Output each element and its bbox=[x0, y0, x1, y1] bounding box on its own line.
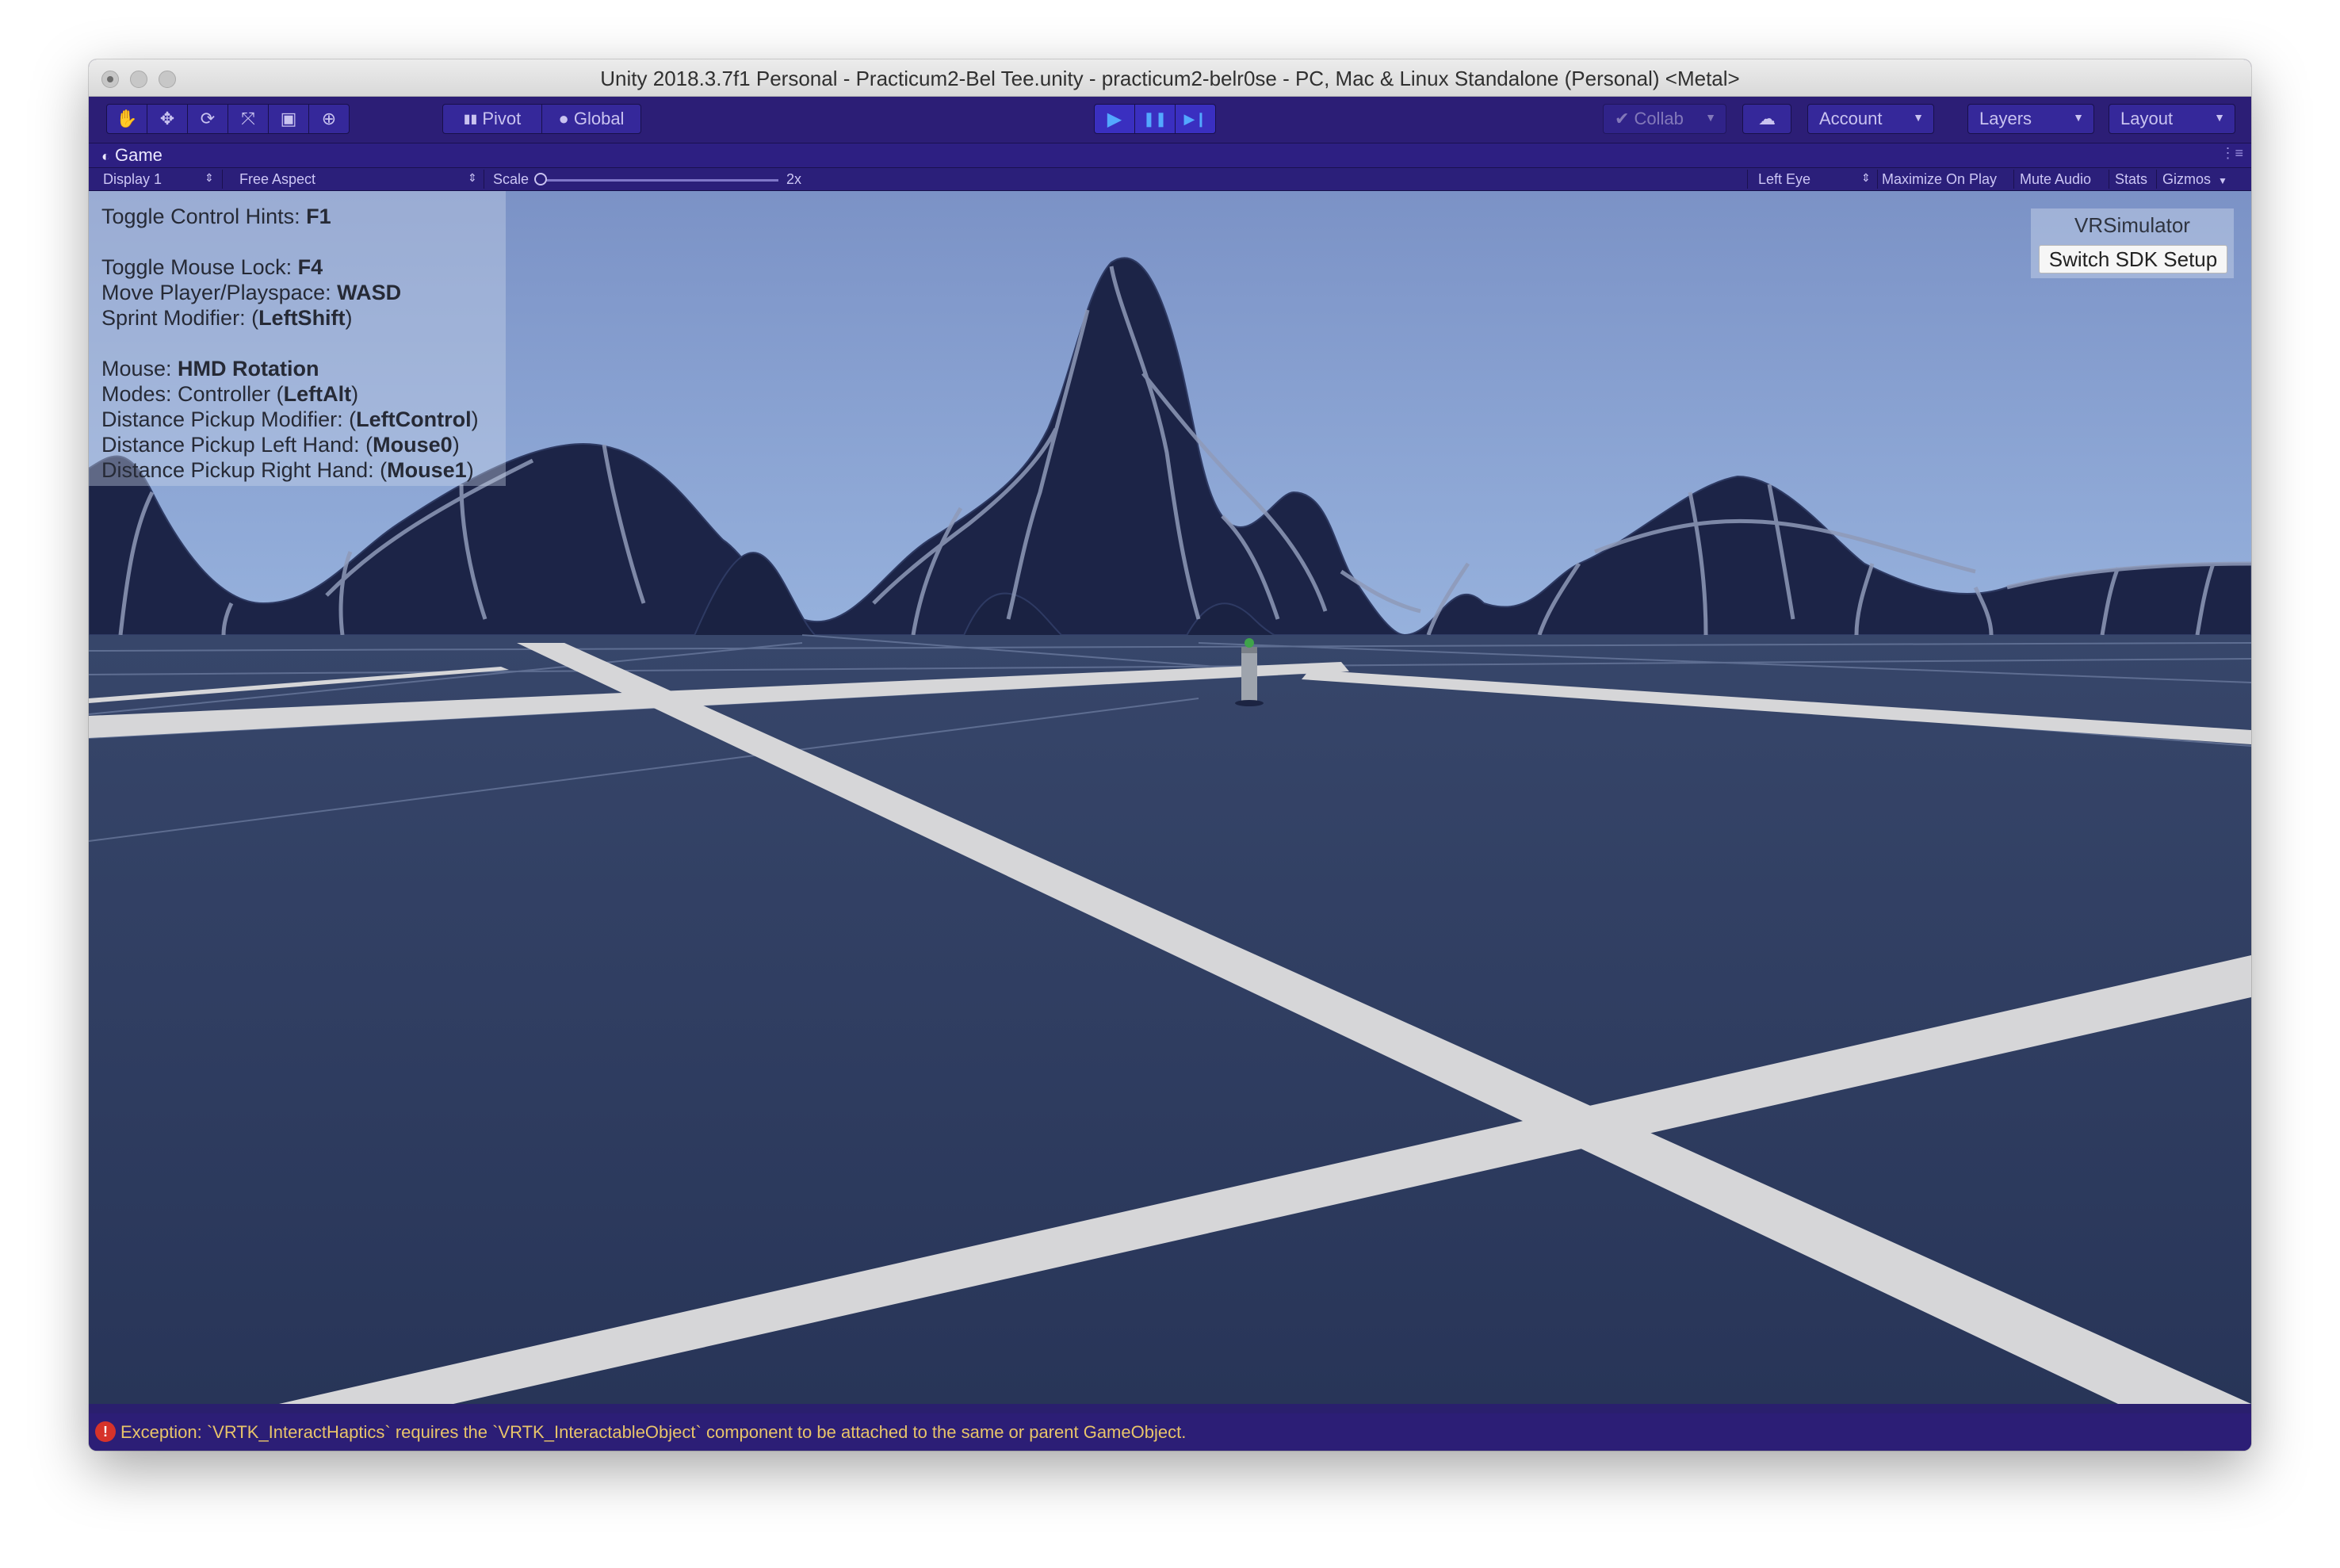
play-button[interactable]: ▶ bbox=[1094, 104, 1135, 134]
collab-label: Collab bbox=[1634, 109, 1684, 128]
pause-button[interactable]: ❚❚ bbox=[1134, 104, 1176, 134]
maximize-on-play-label: Maximize On Play bbox=[1882, 171, 1998, 187]
collab-dropdown[interactable]: ✔ Collab ▼ bbox=[1603, 104, 1726, 134]
step-button[interactable]: ▶❙ bbox=[1175, 104, 1216, 134]
aspect-label: Free Aspect bbox=[239, 171, 316, 187]
transform-tool-button[interactable]: ⊕ bbox=[308, 104, 350, 134]
vr-simulator-label: VRSimulator bbox=[2074, 213, 2190, 237]
display-label: Display 1 bbox=[103, 171, 162, 187]
hand-icon: ✋ bbox=[116, 109, 138, 128]
stats-toggle[interactable]: Stats bbox=[2115, 171, 2147, 188]
console-status-bar[interactable]: ! Exception: `VRTK_InteractHaptics` requ… bbox=[89, 1413, 2251, 1451]
tab-menu-icon[interactable]: ⋮≡ bbox=[2220, 145, 2243, 162]
rect-icon: ▣ bbox=[280, 109, 297, 128]
global-label: Global bbox=[573, 109, 625, 128]
unity-editor-window: Unity 2018.3.7f1 Personal - Practicum2-B… bbox=[89, 59, 2251, 1451]
play-icon: ▶ bbox=[1107, 108, 1122, 130]
hint-row: Mouse: HMD Rotation bbox=[101, 357, 319, 381]
cloud-button[interactable]: ☁ bbox=[1742, 104, 1791, 134]
scale-icon: ⤧ bbox=[241, 109, 255, 128]
rotate-tool-button[interactable]: ⟳ bbox=[187, 104, 228, 134]
eye-dropdown[interactable]: Left Eye bbox=[1758, 171, 1810, 188]
chevron-down-icon: ▼ bbox=[2218, 175, 2227, 186]
game-view-options: Display 1 ⇕ Free Aspect ⇕ Scale 2x Left … bbox=[89, 168, 2251, 191]
hand-tool-button[interactable]: ✋ bbox=[106, 104, 147, 134]
chevron-down-icon: ▼ bbox=[1705, 111, 1716, 124]
game-tab-icon: ◐ bbox=[101, 148, 110, 164]
cloud-icon: ☁ bbox=[1758, 109, 1776, 128]
hint-row: Move Player/Playspace: WASD bbox=[101, 281, 402, 304]
aspect-dropdown[interactable]: Free Aspect bbox=[239, 171, 315, 188]
updown-icon: ⇕ bbox=[205, 171, 214, 184]
account-dropdown[interactable]: Account ▼ bbox=[1807, 104, 1934, 134]
hint-row: Toggle Mouse Lock: F4 bbox=[101, 255, 323, 279]
control-hints-panel: Toggle Control Hints: F1 Toggle Mouse Lo… bbox=[89, 191, 506, 486]
layout-label: Layout bbox=[2120, 109, 2174, 128]
tab-game[interactable]: ◐ Game bbox=[101, 145, 162, 166]
globe-icon: ● bbox=[558, 109, 569, 128]
game-tab-bar: ◐ Game ⋮≡ bbox=[89, 143, 2251, 168]
rotate-icon: ⟳ bbox=[200, 109, 216, 128]
scale-value: 2x bbox=[786, 171, 802, 187]
mute-audio-label: Mute Audio bbox=[2020, 171, 2092, 187]
step-icon: ▶❙ bbox=[1183, 110, 1207, 127]
hint-row: Toggle Control Hints: F1 bbox=[101, 205, 331, 228]
scale-tool-button[interactable]: ⤧ bbox=[228, 104, 269, 134]
layout-dropdown[interactable]: Layout ▼ bbox=[2109, 104, 2235, 134]
layers-dropdown[interactable]: Layers ▼ bbox=[1967, 104, 2094, 134]
chevron-down-icon: ▼ bbox=[1913, 111, 1924, 124]
hint-row: Modes: Controller (LeftAlt) bbox=[101, 382, 359, 406]
console-message: Exception: `VRTK_InteractHaptics` requir… bbox=[120, 1422, 1187, 1442]
main-toolbar: ✋ ✥ ⟳ ⤧ ▣ ⊕ ▮▮ Pivot ● Global ▶ ❚❚ ▶❙ ✔ … bbox=[89, 97, 2251, 143]
pivot-toggle[interactable]: ▮▮ Pivot bbox=[442, 104, 542, 134]
game-tab-label: Game bbox=[115, 145, 162, 165]
mute-audio-toggle[interactable]: Mute Audio bbox=[2020, 171, 2091, 188]
chevron-down-icon: ▼ bbox=[2214, 111, 2225, 124]
updown-icon: ⇕ bbox=[1861, 171, 1871, 184]
global-toggle[interactable]: ● Global bbox=[541, 104, 641, 134]
maximize-on-play-toggle[interactable]: Maximize On Play bbox=[1882, 171, 1997, 188]
pivot-icon: ▮▮ bbox=[463, 113, 478, 126]
window-title: Unity 2018.3.7f1 Personal - Practicum2-B… bbox=[600, 67, 1740, 90]
move-tool-button[interactable]: ✥ bbox=[147, 104, 188, 134]
layers-label: Layers bbox=[1979, 109, 2032, 128]
title-bar: Unity 2018.3.7f1 Personal - Practicum2-B… bbox=[89, 59, 2251, 97]
transform-icon: ⊕ bbox=[321, 109, 337, 128]
scale-label: Scale bbox=[493, 171, 530, 187]
hint-row: Distance Pickup Right Hand: (Mouse1) bbox=[101, 458, 474, 482]
chevron-down-icon: ▼ bbox=[2073, 111, 2084, 124]
game-view[interactable]: Toggle Control Hints: F1 Toggle Mouse Lo… bbox=[89, 191, 2251, 1404]
account-label: Account bbox=[1819, 109, 1883, 128]
hint-row: Sprint Modifier: (LeftShift) bbox=[101, 306, 353, 330]
gizmos-label: Gizmos bbox=[2162, 171, 2212, 187]
check-icon: ✔ bbox=[1615, 109, 1630, 128]
gizmos-toggle[interactable]: Gizmos ▼ bbox=[2162, 171, 2227, 188]
stats-label: Stats bbox=[2115, 171, 2148, 187]
switch-sdk-setup-button[interactable]: Switch SDK Setup bbox=[2039, 245, 2227, 273]
error-icon: ! bbox=[95, 1421, 116, 1442]
scale-slider-knob[interactable] bbox=[534, 173, 547, 185]
display-dropdown[interactable]: Display 1 bbox=[103, 171, 162, 188]
pivot-label: Pivot bbox=[482, 109, 522, 128]
vr-simulator-panel: VRSimulator Switch SDK Setup bbox=[2031, 208, 2234, 278]
hint-row: Distance Pickup Modifier: (LeftControl) bbox=[101, 407, 479, 431]
move-icon: ✥ bbox=[159, 109, 175, 128]
rect-tool-button[interactable]: ▣ bbox=[268, 104, 309, 134]
scale-slider-track[interactable] bbox=[541, 179, 778, 182]
pause-icon: ❚❚ bbox=[1142, 110, 1168, 127]
eye-label: Left Eye bbox=[1758, 171, 1811, 187]
hint-row: Distance Pickup Left Hand: (Mouse0) bbox=[101, 433, 460, 457]
updown-icon: ⇕ bbox=[468, 171, 477, 184]
